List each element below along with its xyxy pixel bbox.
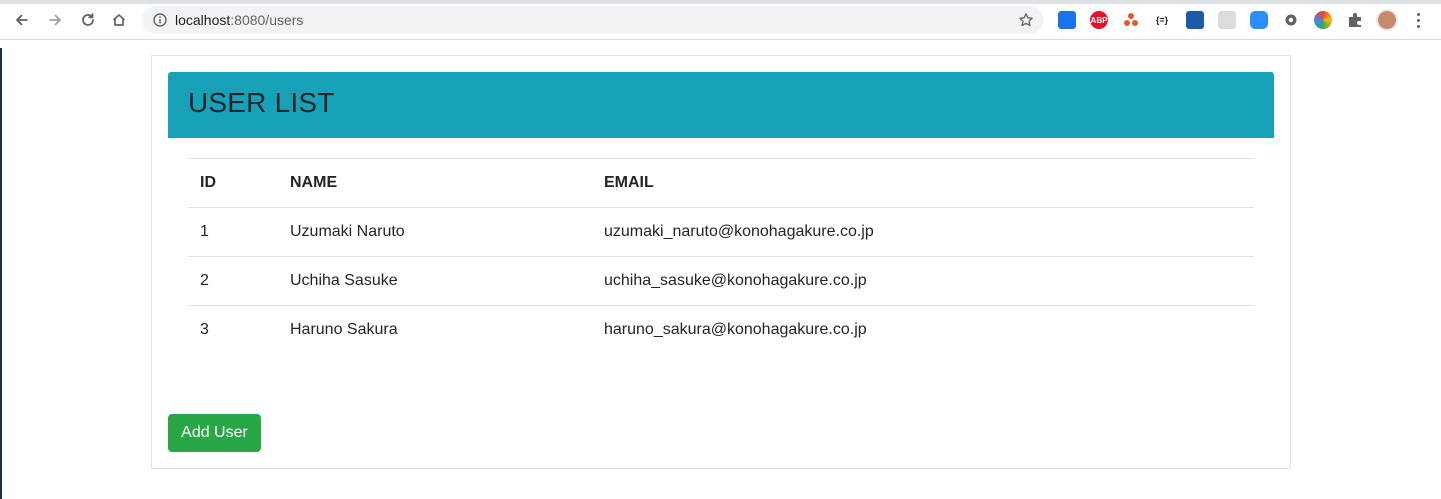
add-user-button[interactable]: Add User	[168, 414, 261, 452]
user-name-cell: Haruno Sakura	[278, 305, 592, 355]
column-header-id: ID	[188, 158, 278, 208]
gear-shape	[1285, 14, 1297, 26]
user-list-card: USER LIST ID NAME EMAIL 1 Uzumaki Naruto…	[151, 55, 1291, 469]
browser-toolbar: localhost:8080/users ABP {=}	[0, 0, 1441, 40]
image-icon[interactable]	[1058, 11, 1076, 29]
user-id-cell: 2	[188, 256, 278, 306]
gear-extension-icon[interactable]	[1282, 11, 1300, 29]
user-name-cell: Uchiha Sasuke	[278, 256, 592, 306]
table-row: 2 Uchiha Sasuke uchiha_sasuke@konohagaku…	[188, 256, 1254, 306]
user-email-cell: uchiha_sasuke@konohagakure.co.jp	[592, 256, 1254, 306]
bookmark-star-icon[interactable]	[1018, 12, 1034, 28]
table-header-row: ID NAME EMAIL	[188, 158, 1254, 208]
users-table: ID NAME EMAIL 1 Uzumaki Naruto uzumaki_n…	[188, 158, 1254, 355]
tab-strip-edge	[0, 0, 1441, 4]
home-button[interactable]	[107, 8, 131, 32]
window-edge	[0, 48, 2, 499]
site-info-icon[interactable]	[152, 12, 168, 28]
table-row: 1 Uzumaki Naruto uzumaki_naruto@konohaga…	[188, 207, 1254, 257]
puzzle-shape	[1349, 13, 1361, 27]
color-picker-icon[interactable]	[1314, 11, 1332, 29]
card-header: USER LIST	[168, 72, 1274, 138]
adblock-icon[interactable]: ABP	[1090, 11, 1108, 29]
url-host: localhost	[175, 12, 231, 28]
column-header-name: NAME	[278, 158, 592, 208]
json-viewer-icon[interactable]: {=}	[1153, 11, 1171, 29]
user-id-cell: 1	[188, 207, 278, 257]
adblock-label: ABP	[1090, 15, 1108, 25]
json-viewer-label: {=}	[1155, 15, 1169, 25]
user-id-cell: 3	[188, 305, 278, 355]
column-header-email: EMAIL	[592, 158, 1254, 208]
forward-arrow-icon	[49, 14, 61, 26]
back-arrow-icon	[16, 14, 28, 26]
forward-button[interactable]	[43, 8, 67, 32]
user-email-cell: haruno_sakura@konohagakure.co.jp	[592, 305, 1254, 355]
url-text: localhost:8080/users	[175, 11, 303, 29]
user-email-cell: uzumaki_naruto@konohagakure.co.jp	[592, 207, 1254, 257]
gray-extension-icon[interactable]	[1218, 11, 1236, 29]
home-icon	[112, 14, 126, 26]
browser-menu-button[interactable]	[1410, 10, 1426, 30]
url-path: :8080/users	[230, 12, 304, 28]
user-name-cell: Uzumaki Naruto	[278, 207, 592, 257]
octotree-shape	[1124, 13, 1138, 26]
octotree-icon[interactable]	[1122, 11, 1140, 29]
profile-avatar[interactable]	[1376, 9, 1398, 31]
table-row: 3 Haruno Sakura haruno_sakura@konohagaku…	[188, 305, 1254, 355]
address-bar[interactable]: localhost:8080/users	[142, 6, 1044, 34]
puzzle-icon[interactable]	[1346, 11, 1364, 29]
back-button[interactable]	[10, 8, 34, 32]
zoom-icon[interactable]	[1250, 11, 1268, 29]
page-title: USER LIST	[188, 87, 335, 118]
reload-icon	[82, 13, 94, 26]
s-extension-icon[interactable]	[1186, 11, 1204, 29]
reload-button[interactable]	[76, 8, 100, 32]
